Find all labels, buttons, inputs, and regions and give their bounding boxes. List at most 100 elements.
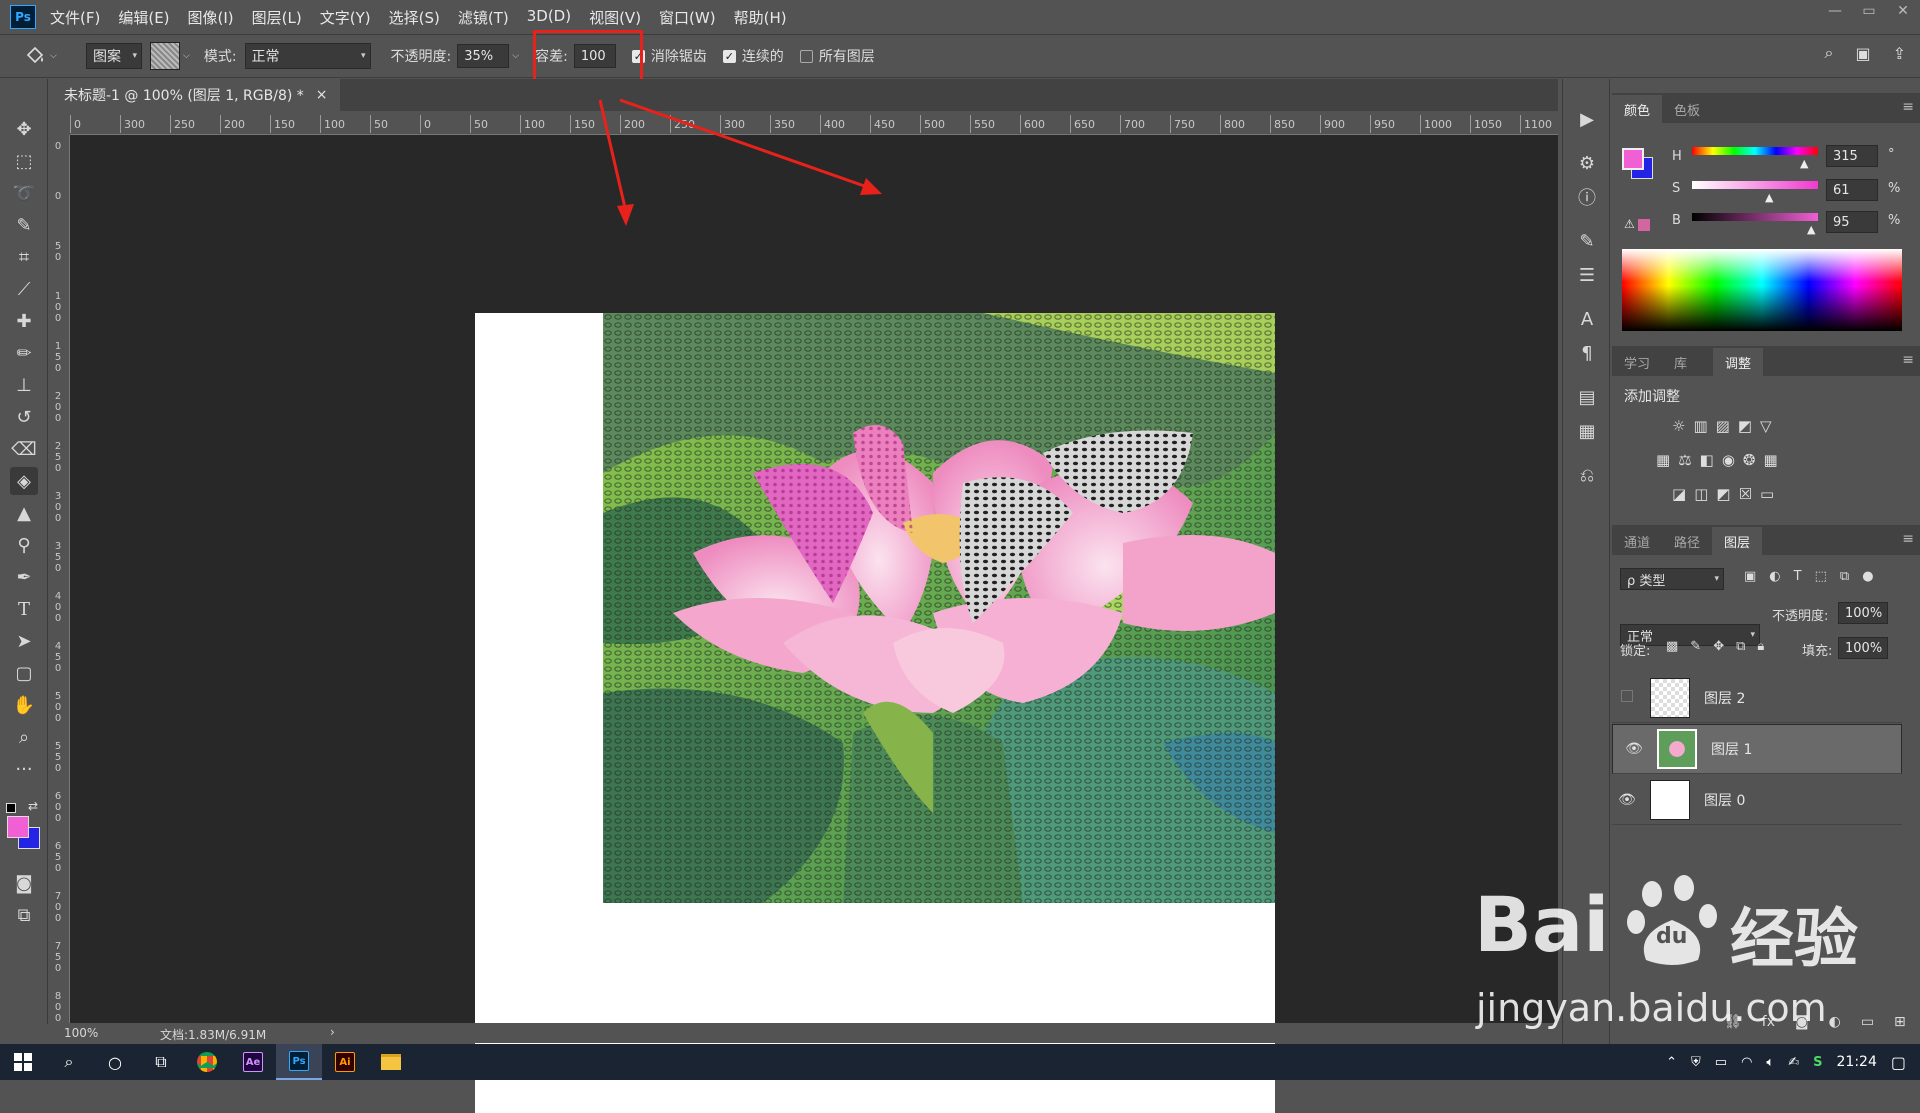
blur-tool-icon[interactable]: ▲ bbox=[10, 499, 38, 527]
pen-tool-icon[interactable]: ✒ bbox=[10, 563, 38, 591]
battery-icon[interactable]: ▭ bbox=[1715, 1055, 1727, 1070]
minimize-button[interactable]: — bbox=[1818, 0, 1852, 22]
color-fg-swatch[interactable] bbox=[1622, 148, 1644, 170]
tab-libraries[interactable]: 库 bbox=[1662, 348, 1699, 376]
layer-row-layer-0[interactable]: 👁︎ 图层 0 bbox=[1612, 775, 1902, 825]
lock-image-icon[interactable]: ✎ bbox=[1690, 639, 1701, 654]
hue-saturation-icon[interactable]: ▦ bbox=[1656, 451, 1670, 469]
move-tool-icon[interactable]: ✥ bbox=[10, 115, 38, 143]
brightness-slider-thumb[interactable]: ▲ bbox=[1807, 223, 1815, 236]
pattern-swatch[interactable] bbox=[150, 42, 180, 70]
sliders-icon[interactable]: ☰ bbox=[1575, 263, 1599, 287]
panel-menu-icon[interactable]: ≡ bbox=[1902, 531, 1914, 547]
color-lookup-icon[interactable]: ▦ bbox=[1764, 451, 1778, 469]
menu-select[interactable]: 选择(S) bbox=[389, 7, 440, 28]
brightness-contrast-icon[interactable]: ☼ bbox=[1672, 417, 1685, 435]
info-icon[interactable]: ⓘ bbox=[1575, 185, 1599, 209]
hand-tool-icon[interactable]: ✋ bbox=[10, 691, 38, 719]
brush-settings-icon[interactable]: ✎ bbox=[1575, 229, 1599, 253]
security-icon[interactable]: ⛨ bbox=[1691, 1055, 1701, 1070]
network-icon[interactable]: ◠ bbox=[1741, 1055, 1752, 1070]
hue-slider-thumb[interactable]: ▲ bbox=[1800, 157, 1808, 170]
pen-icon[interactable]: ✍ bbox=[1788, 1055, 1799, 1070]
crop-tool-icon[interactable]: ⌗ bbox=[10, 243, 38, 271]
eyedropper-icon[interactable]: ⟋ bbox=[10, 275, 38, 303]
layer-row-layer-1[interactable]: 👁︎ 图层 1 bbox=[1612, 724, 1902, 774]
menu-filter[interactable]: 滤镜(T) bbox=[458, 7, 509, 28]
close-tab-icon[interactable]: × bbox=[316, 87, 328, 103]
gradient-map-icon[interactable]: ▭ bbox=[1760, 485, 1774, 503]
volume-icon[interactable]: 🔈︎ bbox=[1766, 1055, 1774, 1070]
tab-paths[interactable]: 路径 bbox=[1662, 527, 1712, 555]
chrome-icon[interactable] bbox=[184, 1044, 230, 1080]
clone-stamp-icon[interactable]: ⊥ bbox=[10, 371, 38, 399]
selective-color-icon[interactable]: ☒ bbox=[1739, 485, 1752, 503]
chevron-down-icon[interactable]: ⌵ bbox=[183, 51, 190, 61]
channel-mixer-icon[interactable]: ❂ bbox=[1743, 451, 1756, 469]
document-tab[interactable]: 未标题-1 @ 100% (图层 1, RGB/8) * × bbox=[52, 79, 340, 111]
default-colors-icon[interactable] bbox=[6, 803, 16, 813]
tab-adjustments[interactable]: 调整 bbox=[1713, 348, 1764, 376]
menu-window[interactable]: 窗口(W) bbox=[659, 7, 716, 28]
quick-select-icon[interactable]: ✎ bbox=[10, 211, 38, 239]
eraser-tool-icon[interactable]: ⌫ bbox=[10, 435, 38, 463]
levels-icon[interactable]: ▥ bbox=[1693, 417, 1707, 435]
tab-color[interactable]: 颜色 bbox=[1612, 95, 1663, 123]
visibility-toggle-off[interactable] bbox=[1612, 689, 1642, 706]
more-tools-icon[interactable]: ··· bbox=[10, 755, 38, 783]
properties-icon[interactable]: ⚙ bbox=[1575, 151, 1599, 175]
type-tool-icon[interactable]: T bbox=[10, 595, 38, 623]
task-view-icon[interactable]: ⧉ bbox=[138, 1044, 184, 1080]
status-menu-arrow[interactable]: › bbox=[330, 1025, 335, 1039]
websafe-swatch[interactable] bbox=[1638, 219, 1650, 231]
tab-channels[interactable]: 通道 bbox=[1612, 527, 1662, 555]
fill-input[interactable]: 100% bbox=[1838, 637, 1888, 659]
eye-icon[interactable]: 👁︎ bbox=[1619, 741, 1649, 757]
fill-source-select[interactable]: 图案 ▾ bbox=[86, 43, 142, 69]
color-spectrum[interactable] bbox=[1622, 249, 1902, 331]
search-icon[interactable]: ⌕ bbox=[46, 1044, 92, 1080]
paragraph-icon[interactable]: ¶ bbox=[1575, 341, 1599, 365]
black-white-icon[interactable]: ◧ bbox=[1700, 451, 1714, 469]
all-layers-checkbox[interactable] bbox=[799, 49, 813, 63]
layer-name[interactable]: 图层 0 bbox=[1704, 790, 1745, 810]
gamut-warning-icon[interactable]: ⚠ bbox=[1624, 217, 1635, 231]
saturation-slider[interactable] bbox=[1692, 181, 1818, 189]
brightness-input[interactable]: 95 bbox=[1826, 211, 1878, 233]
opacity-input[interactable]: 35% bbox=[457, 44, 510, 68]
tool-preset-picker[interactable]: ⌵ bbox=[24, 45, 64, 67]
type-filter-icon[interactable]: T bbox=[1794, 569, 1802, 584]
paint-bucket-tool-icon[interactable]: ◈ bbox=[10, 467, 38, 495]
blend-mode-select[interactable]: 正常 ▾ bbox=[244, 43, 371, 69]
menu-image[interactable]: 图像(I) bbox=[188, 7, 234, 28]
character-icon[interactable]: A bbox=[1575, 307, 1599, 331]
invert-icon[interactable]: ◪ bbox=[1672, 485, 1686, 503]
menu-layer[interactable]: 图层(L) bbox=[252, 7, 302, 28]
exposure-icon[interactable]: ◩ bbox=[1738, 417, 1752, 435]
search-icon[interactable]: ⌕ bbox=[1825, 43, 1834, 63]
saturation-slider-thumb[interactable]: ▲ bbox=[1765, 191, 1773, 204]
canvas-area[interactable] bbox=[70, 135, 1558, 1113]
sogou-input-icon[interactable]: S bbox=[1813, 1055, 1822, 1070]
zoom-tool-icon[interactable]: ⌕ bbox=[10, 723, 38, 751]
layer-name[interactable]: 图层 2 bbox=[1704, 688, 1745, 708]
lasso-tool-icon[interactable]: ➰ bbox=[10, 179, 38, 207]
after-effects-icon[interactable]: Ae bbox=[230, 1044, 276, 1080]
layer-name[interactable]: 图层 1 bbox=[1711, 739, 1752, 759]
photo-filter-icon[interactable]: ◉ bbox=[1722, 451, 1735, 469]
marquee-tool-icon[interactable]: ⬚ bbox=[10, 147, 38, 175]
maximize-button[interactable]: ▭ bbox=[1852, 0, 1886, 22]
pixel-filter-icon[interactable]: ▣ bbox=[1744, 569, 1756, 584]
lock-transparent-icon[interactable]: ▩ bbox=[1666, 639, 1678, 654]
close-window-button[interactable]: ✕ bbox=[1886, 0, 1920, 22]
layer-row-layer-2[interactable]: 图层 2 bbox=[1612, 673, 1902, 723]
swap-colors-icon[interactable]: ⇄ bbox=[28, 799, 38, 813]
history-icon[interactable]: ⎌ bbox=[1575, 463, 1599, 487]
panel-menu-icon[interactable]: ≡ bbox=[1902, 352, 1914, 368]
photoshop-icon[interactable]: Ps bbox=[276, 1044, 322, 1080]
tab-layers[interactable]: 图层 bbox=[1712, 527, 1763, 555]
play-icon[interactable]: ▶ bbox=[1575, 107, 1599, 131]
layer-opacity-input[interactable]: 100% bbox=[1838, 602, 1888, 624]
menu-3d[interactable]: 3D(D) bbox=[527, 7, 571, 28]
threshold-icon[interactable]: ◩ bbox=[1716, 485, 1730, 503]
